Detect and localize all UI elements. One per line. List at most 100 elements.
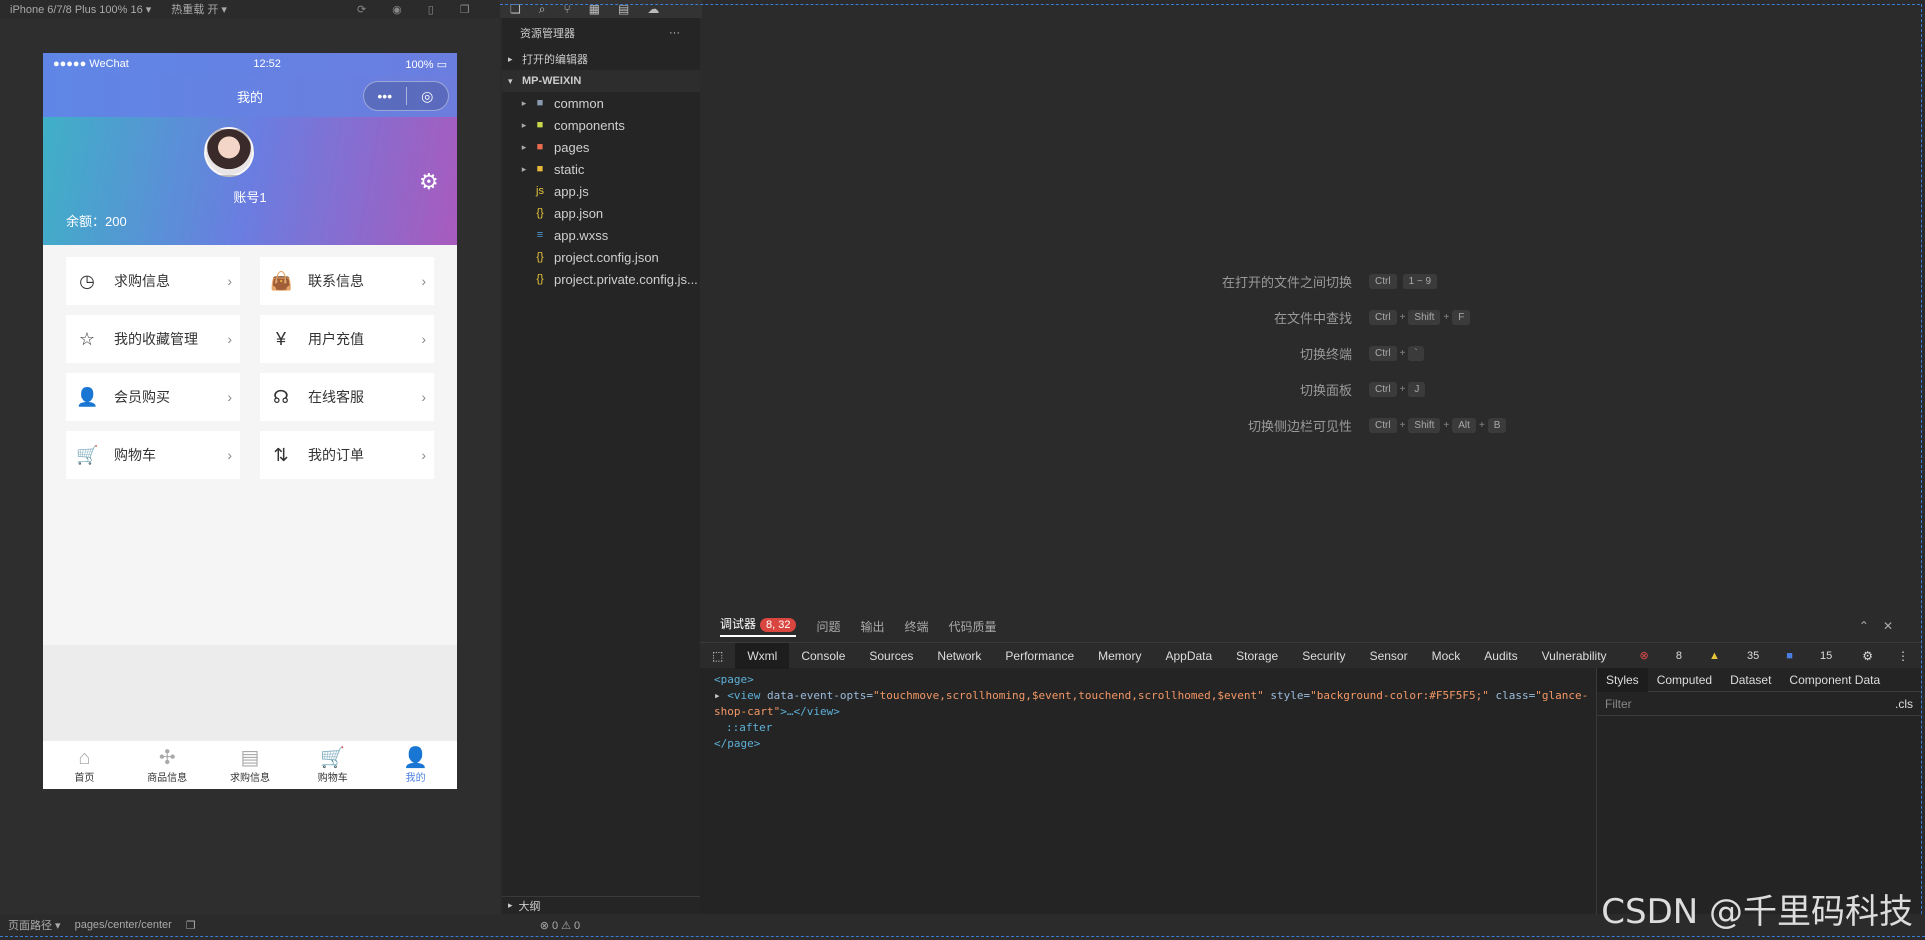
window-icon[interactable]: ❐ bbox=[460, 3, 470, 16]
project-section[interactable]: ▾ MP-WEIXIN bbox=[502, 70, 700, 92]
filter-input[interactable]: Filter bbox=[1605, 697, 1632, 711]
file-app-wxss[interactable]: ≡ app.wxss bbox=[516, 224, 700, 246]
tab-cart[interactable]: 🛒 购物车 bbox=[291, 741, 374, 789]
file-label: project.private.config.js... bbox=[554, 271, 698, 287]
file-app-json[interactable]: {} app.json bbox=[516, 202, 700, 224]
hot-reload-toggle[interactable]: 热重载 开 ▾ bbox=[171, 1, 227, 17]
tab-sources[interactable]: Sources bbox=[857, 643, 925, 669]
menu-item[interactable]: 👤 会员购买 › bbox=[66, 373, 240, 421]
refresh-icon[interactable]: ⟳ bbox=[357, 3, 366, 16]
tab-me[interactable]: 👤 我的 bbox=[374, 741, 457, 789]
menu-item-label: 在线客服 bbox=[308, 389, 364, 405]
menu-item[interactable]: ☊ 在线客服 › bbox=[260, 373, 434, 421]
home-icon: ⌂ bbox=[78, 746, 91, 769]
file-label: app.wxss bbox=[554, 227, 609, 243]
file-app-js[interactable]: js app.js bbox=[516, 180, 700, 202]
folder-pages[interactable]: ▸ ■ pages bbox=[516, 136, 700, 158]
tab-label: 首页 bbox=[74, 772, 95, 784]
phone-icon[interactable]: ▯ bbox=[428, 3, 434, 16]
folder-icon: ■ bbox=[536, 97, 544, 109]
tab-memory[interactable]: Memory bbox=[1086, 643, 1153, 669]
folder-common[interactable]: ▸ ■ common bbox=[516, 92, 700, 114]
devtools-tabs: ⬚ Wxml Console Sources Network Performan… bbox=[700, 642, 1921, 669]
debugger-panel: 调试器 8, 32 问题 输出 终端 代码质量 ⌃✕ ⬚ Wxml Console… bbox=[700, 610, 1921, 914]
copy-icon[interactable]: ❐ bbox=[186, 919, 196, 932]
page-path-label[interactable]: 页面路径 ▾ bbox=[8, 917, 61, 933]
tab-terminal[interactable]: 终端 bbox=[905, 618, 929, 635]
close-icon[interactable]: ✕ bbox=[1883, 619, 1907, 633]
more-icon[interactable]: ⋮ bbox=[1885, 643, 1921, 669]
chevron-down-icon: ▾ bbox=[508, 75, 513, 86]
tab-network[interactable]: Network bbox=[925, 643, 993, 669]
tab-security[interactable]: Security bbox=[1290, 643, 1357, 669]
chevron-up-icon[interactable]: ⌃ bbox=[1859, 619, 1883, 633]
money-bag-icon: ¥ bbox=[275, 329, 286, 349]
tab-component-data[interactable]: Component Data bbox=[1780, 668, 1889, 692]
close-icon[interactable]: ◎ bbox=[407, 88, 449, 105]
menu-item[interactable]: ☆ 我的收藏管理 › bbox=[66, 315, 240, 363]
tab-audits[interactable]: Audits bbox=[1472, 643, 1529, 669]
tab-storage[interactable]: Storage bbox=[1224, 643, 1290, 669]
menu-item[interactable]: 👜 联系信息 › bbox=[260, 257, 434, 305]
open-editors-section[interactable]: ▸ 打开的编辑器 bbox=[502, 48, 700, 70]
file-label: app.js bbox=[554, 183, 589, 199]
more-icon[interactable]: ··· bbox=[669, 27, 680, 39]
gear-icon[interactable]: ⚙ bbox=[1850, 643, 1885, 669]
menu-item[interactable]: ⇅ 我的订单 › bbox=[260, 431, 434, 479]
account-name: 账号1 bbox=[233, 190, 267, 205]
json-file-icon: {} bbox=[536, 251, 544, 263]
folder-static[interactable]: ▸ ■ static bbox=[516, 158, 700, 180]
tab-appdata[interactable]: AppData bbox=[1153, 643, 1224, 669]
cls-button[interactable]: .cls bbox=[1895, 697, 1913, 711]
code-line[interactable]: <page> bbox=[714, 672, 1594, 688]
code-line[interactable]: ▸ <view data-event-opts="touchmove,scrol… bbox=[714, 688, 1594, 720]
stop-icon[interactable]: ◉ bbox=[392, 3, 402, 16]
gear-icon[interactable]: ⚙ bbox=[419, 171, 441, 193]
shortcut-row: 切换面板 Ctrl + J bbox=[1162, 380, 1428, 399]
more-icon[interactable]: ••• bbox=[364, 88, 406, 104]
tab-performance[interactable]: Performance bbox=[993, 643, 1086, 669]
profile-header: 账号1 余额：200 ⚙ bbox=[43, 117, 457, 245]
tab-mock[interactable]: Mock bbox=[1420, 643, 1473, 669]
menu-item[interactable]: 🛒 购物车 › bbox=[66, 431, 240, 479]
menu-item[interactable]: ◷ 求购信息 › bbox=[66, 257, 240, 305]
code-line[interactable]: ::after bbox=[714, 720, 1594, 736]
problems-count[interactable]: ⊗ 0 ⚠ 0 bbox=[540, 919, 580, 932]
error-count[interactable]: ⊗ 8 ▲ 35 ■ 15 bbox=[1622, 643, 1851, 669]
tab-code-quality[interactable]: 代码质量 bbox=[949, 618, 997, 635]
json-file-icon: {} bbox=[536, 273, 544, 285]
tab-computed[interactable]: Computed bbox=[1648, 668, 1721, 692]
menu-item-label: 用户充值 bbox=[308, 331, 364, 347]
chevron-right-icon: ▸ bbox=[521, 119, 527, 130]
balance-text: 余额：200 bbox=[66, 214, 127, 229]
tab-wanted[interactable]: ▤ 求购信息 bbox=[209, 741, 292, 789]
divider bbox=[500, 4, 1920, 5]
tab-sensor[interactable]: Sensor bbox=[1358, 643, 1420, 669]
inspect-icon[interactable]: ⬚ bbox=[700, 643, 735, 669]
tab-debugger[interactable]: 调试器 8, 32 bbox=[720, 615, 797, 637]
tab-styles[interactable]: Styles bbox=[1597, 667, 1648, 692]
watermark: CSDN @千里码科技 bbox=[1601, 892, 1913, 932]
error-badge: 8, 32 bbox=[760, 618, 797, 632]
file-label: pages bbox=[554, 139, 590, 155]
menu-item[interactable]: ¥ 用户充值 › bbox=[260, 315, 434, 363]
avatar[interactable] bbox=[204, 127, 254, 177]
key-cap: Ctrl bbox=[1369, 310, 1397, 325]
chevron-right-icon: ▸ bbox=[521, 141, 527, 152]
tab-home[interactable]: ⌂ 首页 bbox=[43, 741, 126, 789]
tab-dataset[interactable]: Dataset bbox=[1721, 668, 1780, 692]
folder-components[interactable]: ▸ ■ components bbox=[516, 114, 700, 136]
file-project-config[interactable]: {} project.config.json bbox=[516, 246, 700, 268]
tab-wxml[interactable]: Wxml bbox=[735, 642, 790, 669]
tab-vulnerability[interactable]: Vulnerability bbox=[1530, 643, 1619, 669]
tab-products[interactable]: ✣ 商品信息 bbox=[126, 741, 209, 789]
tab-problems[interactable]: 问题 bbox=[816, 618, 840, 635]
chevron-right-icon: › bbox=[421, 273, 426, 289]
code-line[interactable]: </page> bbox=[714, 736, 1594, 752]
tab-console[interactable]: Console bbox=[789, 643, 857, 669]
file-project-private-config[interactable]: {} project.private.config.js... bbox=[516, 268, 700, 290]
activity-bar: ❏ ⌕ ⑂ ▦ ▤ ☁ bbox=[500, 0, 702, 18]
outline-section[interactable]: ▸ 大纲 bbox=[502, 896, 700, 914]
device-selector[interactable]: iPhone 6/7/8 Plus 100% 16 ▾ bbox=[10, 3, 151, 16]
tab-output[interactable]: 输出 bbox=[861, 618, 885, 635]
